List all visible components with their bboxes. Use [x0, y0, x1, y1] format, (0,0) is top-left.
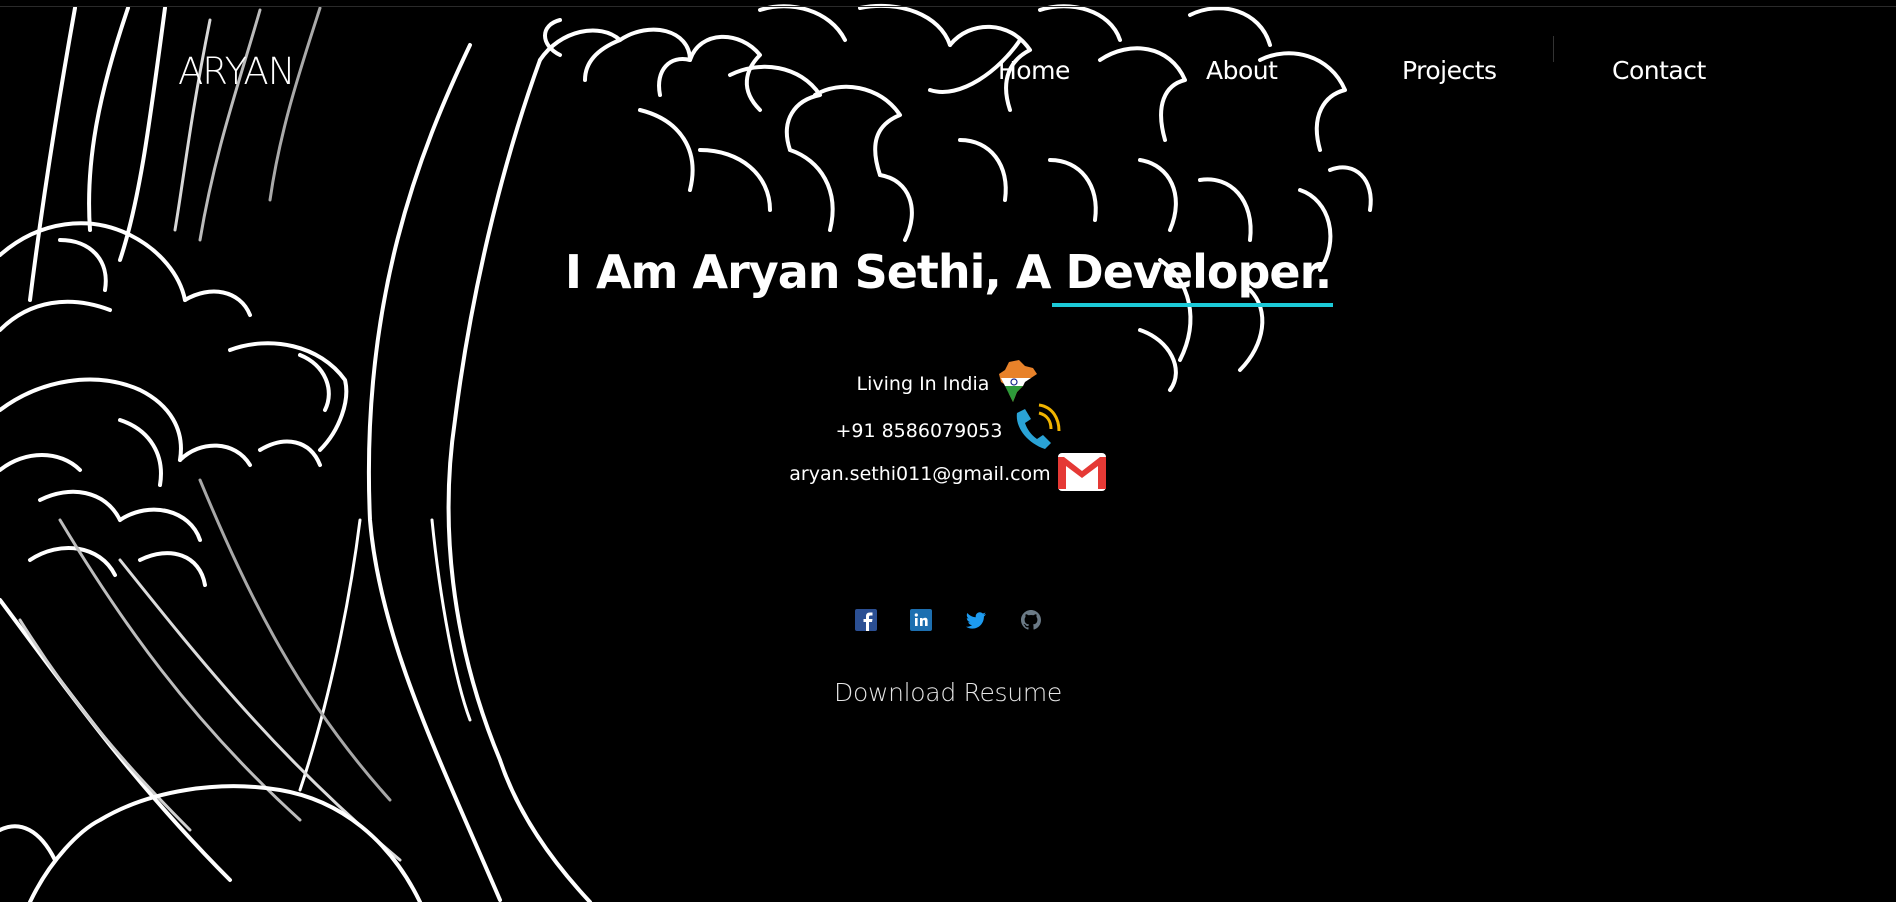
- linkedin-icon[interactable]: [910, 609, 932, 631]
- email-line: aryan.sethi011@gmail.com: [0, 452, 1896, 497]
- download-resume-label[interactable]: Download Resume: [834, 678, 1062, 707]
- main-nav: Home About Projects Contact: [0, 56, 1896, 96]
- facebook-icon[interactable]: [855, 609, 877, 631]
- social-links: [855, 609, 1055, 633]
- twitter-icon[interactable]: [965, 609, 987, 631]
- hero-heading-prefix: I Am Aryan Sethi, A: [564, 245, 1066, 299]
- location-text: Living In India: [856, 373, 990, 395]
- nav-projects-link[interactable]: Projects: [1402, 56, 1497, 85]
- hero-typed-word: Developer.: [1051, 245, 1334, 307]
- gmail-icon[interactable]: [1057, 452, 1107, 497]
- email-text[interactable]: aryan.sethi011@gmail.com: [789, 463, 1050, 485]
- nav-home-link[interactable]: Home: [998, 56, 1070, 85]
- nav-about-link[interactable]: About: [1206, 56, 1278, 85]
- phone-text[interactable]: +91 8586079053: [835, 420, 1002, 442]
- portfolio-page: ARYAN Home About Projects Contact I Am A…: [0, 0, 1896, 902]
- typing-underline: [1051, 303, 1334, 307]
- hero-typed-word-text: Developer.: [1065, 245, 1333, 299]
- nav-contact-link[interactable]: Contact: [1612, 56, 1706, 85]
- github-icon[interactable]: [1020, 609, 1042, 631]
- download-resume-link: Download Resume: [0, 678, 1896, 707]
- hero-heading: I Am Aryan Sethi, A Developer.: [0, 245, 1896, 307]
- top-border-line: [0, 6, 1896, 7]
